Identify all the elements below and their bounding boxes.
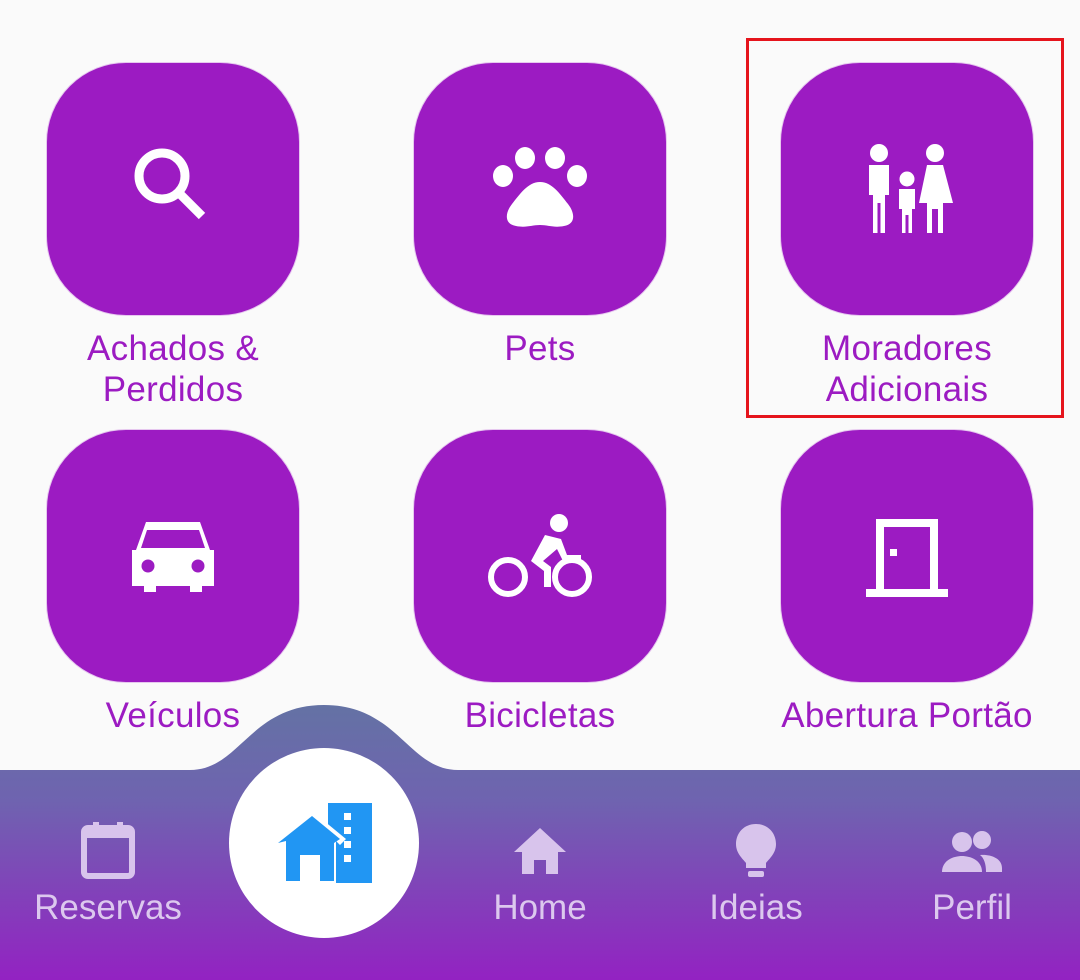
tile-bicicletas[interactable] — [413, 429, 667, 683]
home-fab-button[interactable] — [229, 748, 419, 938]
search-icon — [134, 148, 206, 220]
tile-label-achados-perdidos[interactable]: Achados & Perdidos — [23, 328, 323, 410]
nav-label-home: Home — [493, 888, 587, 927]
bicycle-icon — [488, 514, 592, 597]
people-icon — [942, 831, 1002, 872]
lightbulb-icon — [736, 824, 776, 877]
nav-label-perfil: Perfil — [932, 888, 1012, 927]
paw-icon — [493, 147, 587, 227]
tile-label-moradores-adicionais[interactable]: Moradores Adicionais — [757, 328, 1057, 410]
family-icon — [869, 144, 953, 233]
nav-reservas[interactable]: Reservas — [28, 820, 188, 930]
page: Achados & Perdidos Pets Moradores Adicio… — [0, 0, 1080, 980]
nav-home[interactable]: Home — [460, 820, 620, 930]
tile-abertura-portao[interactable] — [780, 429, 1034, 683]
tile-achados-perdidos[interactable] — [46, 62, 300, 316]
tile-pets[interactable] — [413, 62, 667, 316]
home-icon — [514, 828, 566, 874]
tile-label-pets[interactable]: Pets — [390, 328, 690, 369]
tile-moradores-adicionais[interactable] — [780, 62, 1034, 316]
car-icon — [132, 522, 214, 592]
tile-veiculos[interactable] — [46, 429, 300, 683]
calendar-icon — [81, 822, 135, 879]
nav-perfil[interactable]: Perfil — [892, 820, 1052, 930]
nav-label-ideias: Ideias — [709, 888, 803, 927]
door-icon — [866, 519, 948, 597]
building-home-icon — [274, 803, 372, 883]
nav-label-reservas: Reservas — [34, 888, 182, 927]
nav-ideias[interactable]: Ideias — [676, 820, 836, 930]
